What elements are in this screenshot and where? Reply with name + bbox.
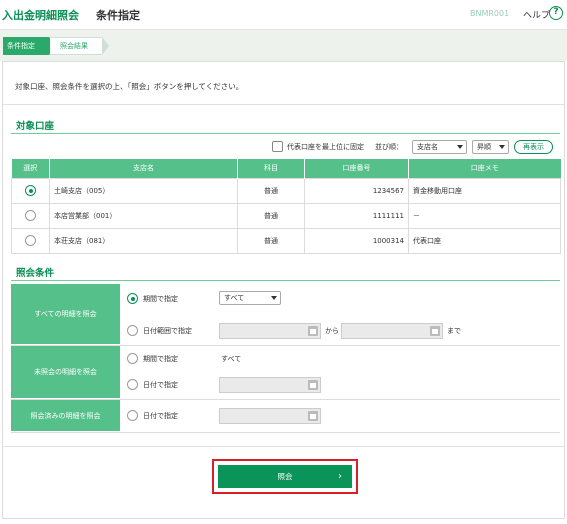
period-radio[interactable]: [127, 293, 138, 304]
step-indicator: 条件指定 照会結果: [0, 30, 567, 61]
read-date-radio[interactable]: [127, 410, 138, 421]
step-result: 照会結果: [50, 37, 109, 55]
branch-cell: 土崎支店（005）: [49, 177, 238, 204]
calendar-icon[interactable]: [430, 326, 440, 336]
sort-field-value: 支店名: [417, 143, 438, 151]
inquiry-button-label: 照会: [277, 472, 293, 481]
chevron-right-icon: ›: [338, 471, 342, 482]
chevron-down-icon: [499, 145, 505, 149]
column-header: 口座番号: [304, 159, 409, 178]
to-label: まで: [447, 327, 461, 335]
calendar-icon[interactable]: [308, 411, 318, 421]
divider: [3, 104, 564, 105]
memo-cell: 代表口座: [408, 227, 561, 254]
unread-period-value: すべて: [221, 355, 242, 363]
sort-label: 並び順：: [375, 143, 403, 151]
section-underline: [11, 133, 560, 134]
submit-highlight: 照会 ›: [212, 459, 358, 494]
subject-cell: 普通: [237, 227, 305, 254]
branch-cell: 本荘支店（081）: [49, 227, 238, 254]
memo-cell: 資金移動用口座: [408, 177, 561, 204]
read-date-option[interactable]: 日付で指定: [127, 405, 557, 427]
column-header: 口座メモ: [408, 159, 561, 178]
condition-row-unread: 未照会の明細を照会 期間で指定 すべて 日付で指定: [11, 346, 560, 400]
calendar-icon[interactable]: [308, 380, 318, 390]
sort-order-select[interactable]: 昇順: [472, 140, 509, 154]
column-header: 選択: [11, 159, 50, 178]
account-radio[interactable]: [25, 235, 36, 246]
condition-row-read: 照会済みの明細を照会 日付で指定: [11, 400, 560, 433]
help-icon[interactable]: ?: [549, 6, 563, 20]
unread-period-option[interactable]: 期間で指定 すべて: [127, 348, 557, 370]
condition-label: 未照会の明細を照会: [11, 346, 120, 399]
calendar-icon[interactable]: [308, 326, 318, 336]
account-number-cell: 1000314: [304, 227, 409, 254]
pin-representative-label: 代表口座を最上位に固定: [287, 143, 364, 151]
help-link[interactable]: ヘルプ: [523, 8, 550, 21]
date-range-radio[interactable]: [127, 325, 138, 336]
sort-order-value: 昇順: [477, 143, 491, 151]
condition-row-all: すべての明細を照会 期間で指定 すべて 日付範囲で指定 から まで: [11, 284, 560, 346]
column-header: 支店名: [49, 159, 238, 178]
account-number-cell: 1234567: [304, 177, 409, 204]
redisplay-button[interactable]: 再表示: [514, 140, 553, 154]
table-row[interactable]: 土崎支店（005） 普通 1234567 資金移動用口座: [11, 177, 561, 204]
main-content: 対象口座、照会条件を選択の上、「照会」ボタンを押してください。 対象口座 代表口…: [2, 61, 565, 519]
period-option[interactable]: 期間で指定 すべて: [127, 288, 557, 310]
inquiry-button[interactable]: 照会 ›: [218, 465, 352, 488]
table-header-row: 選択 支店名 科目 口座番号 口座メモ: [11, 159, 561, 178]
read-date-input[interactable]: [219, 408, 321, 424]
table-row[interactable]: 本店営業部（001） 普通 1111111 －: [11, 202, 561, 229]
period-label: 期間で指定: [143, 295, 178, 303]
subject-cell: 普通: [237, 177, 305, 204]
divider: [3, 446, 564, 447]
header: 入出金明細照会 条件指定 BNMR001 ヘルプ ?: [0, 0, 567, 30]
page-title: 条件指定: [96, 9, 140, 22]
memo-cell: －: [408, 202, 561, 229]
unread-date-label: 日付で指定: [143, 381, 178, 389]
unread-date-radio[interactable]: [127, 379, 138, 390]
chevron-down-icon: [457, 145, 463, 149]
step-condition: 条件指定: [3, 37, 58, 55]
read-date-label: 日付で指定: [143, 412, 178, 420]
screen-id: BNMR001: [470, 9, 510, 18]
app-title: 入出金明細照会: [2, 9, 79, 22]
period-value: すべて: [224, 294, 245, 302]
conditions-section-title: 照会条件: [16, 268, 55, 279]
date-range-label: 日付範囲で指定: [143, 327, 192, 335]
unread-period-radio[interactable]: [127, 353, 138, 364]
section-underline: [11, 280, 560, 281]
date-to-input[interactable]: [341, 323, 443, 339]
sort-field-select[interactable]: 支店名: [412, 140, 467, 154]
date-from-input[interactable]: [219, 323, 321, 339]
condition-label: すべての明細を照会: [11, 284, 120, 345]
unread-date-input[interactable]: [219, 377, 321, 393]
unread-date-option[interactable]: 日付で指定: [127, 374, 557, 396]
subject-cell: 普通: [237, 202, 305, 229]
branch-cell: 本店営業部（001）: [49, 202, 238, 229]
pin-representative-checkbox[interactable]: [272, 141, 283, 152]
condition-label: 照会済みの明細を照会: [11, 400, 120, 432]
from-label: から: [325, 327, 339, 335]
chevron-down-icon: [271, 296, 277, 300]
accounts-section-title: 対象口座: [16, 121, 55, 132]
unread-period-label: 期間で指定: [143, 355, 178, 363]
account-radio[interactable]: [25, 185, 36, 196]
period-select[interactable]: すべて: [219, 291, 281, 305]
date-range-option[interactable]: 日付範囲で指定 から まで: [127, 320, 557, 342]
account-number-cell: 1111111: [304, 202, 409, 229]
accounts-table: 選択 支店名 科目 口座番号 口座メモ 土崎支店（005） 普通 1234567…: [11, 159, 561, 254]
table-row[interactable]: 本荘支店（081） 普通 1000314 代表口座: [11, 227, 561, 254]
instruction-text: 対象口座、照会条件を選択の上、「照会」ボタンを押してください。: [15, 82, 244, 91]
column-header: 科目: [237, 159, 305, 178]
account-radio[interactable]: [25, 210, 36, 221]
